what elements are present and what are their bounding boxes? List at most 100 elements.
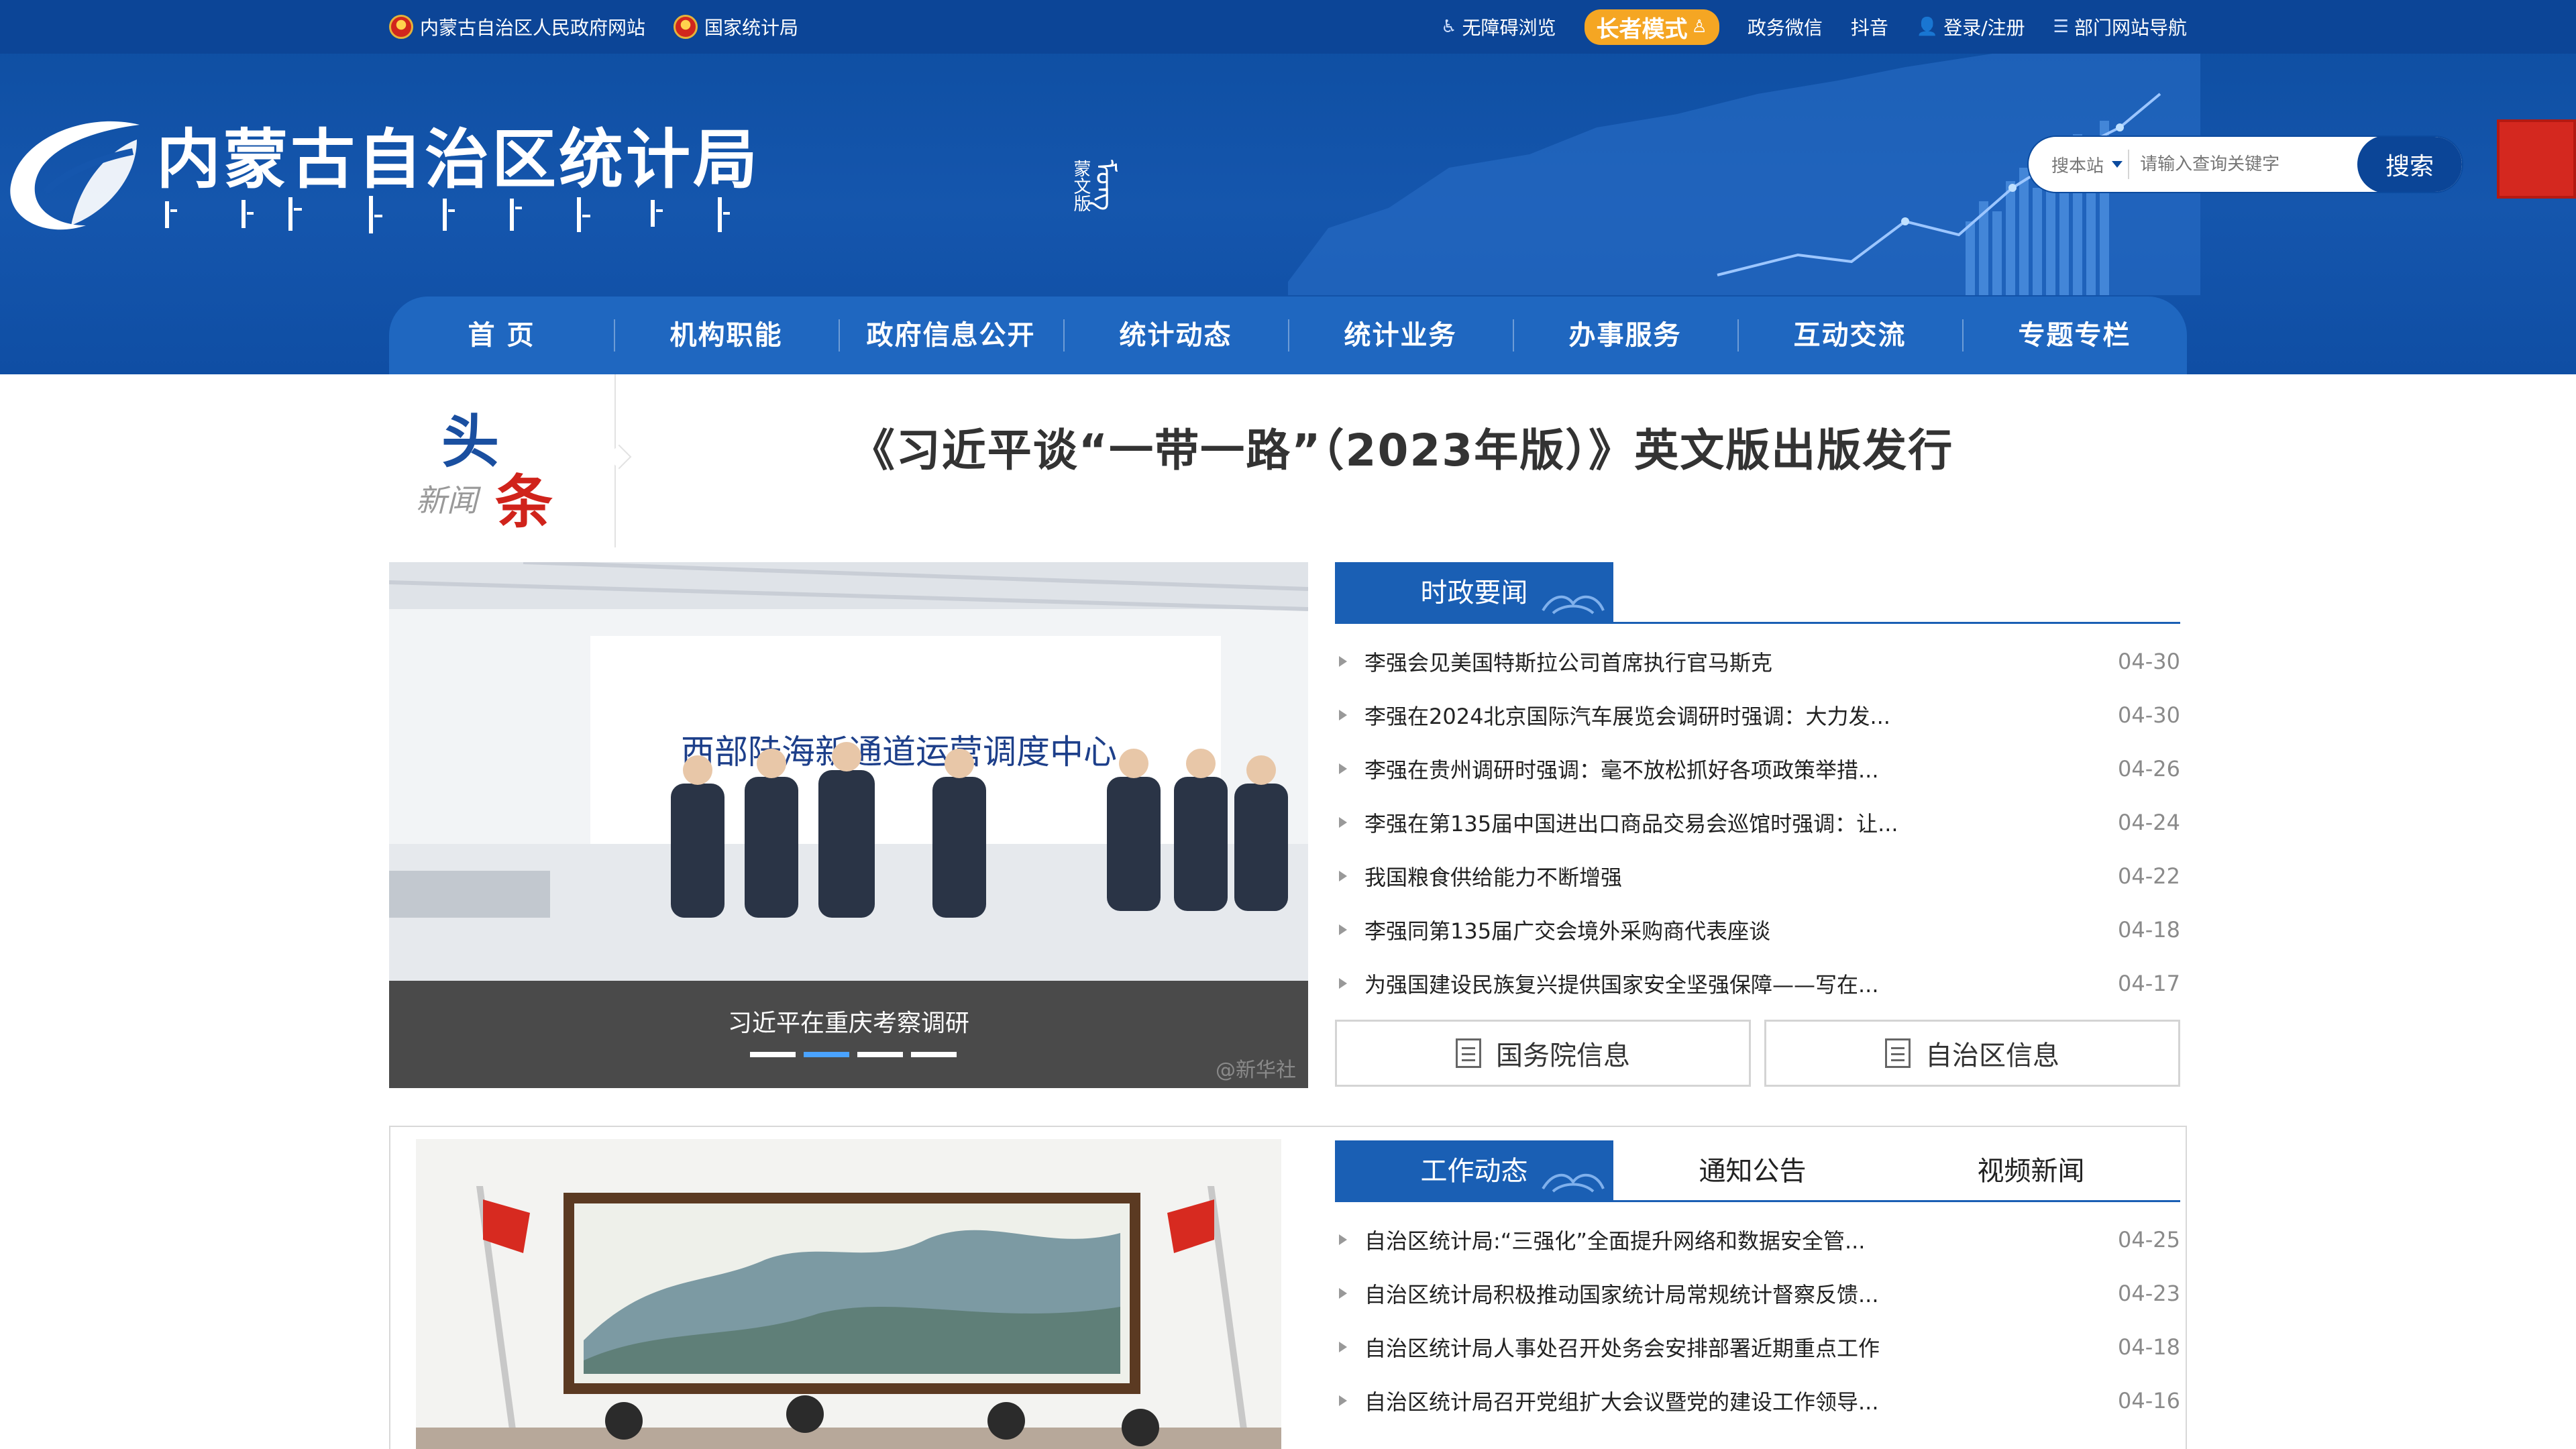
elder-person-icon: ♙ [1691,17,1707,37]
work-news-photo[interactable] [416,1139,1281,1449]
nav-home[interactable]: 首 页 [389,315,614,356]
douyin-link[interactable]: 抖音 [1851,13,1888,40]
mongolian-version-script: ᠮᠣᠩ [1089,160,1120,211]
panel1-tabs: 时政要闻 [1335,562,2180,624]
slider-dot[interactable] [857,1052,903,1057]
list-item[interactable]: 自治区统计局召开党组扩大会议暨党的建设工作领导... 04-16 [1335,1374,2180,1428]
site-header: 内蒙古自治区人民政府网站 国家统计局 ♿ 无障碍浏览 长者模式 ♙ 政务微信 抖… [0,0,2576,374]
login-link[interactable]: 👤 登录/注册 [1917,13,2025,40]
list-icon: ☰ [2053,17,2069,37]
main-nav: 首 页 机构职能 政府信息公开 统计动态 统计业务 办事服务 互动交流 专题专栏 [389,297,2187,374]
bullet-triangle-icon [1339,1288,1347,1299]
news-date: 04-18 [2118,1334,2180,1360]
bullet-triangle-icon [1339,763,1347,774]
bullet-triangle-icon [1339,656,1347,667]
list-item[interactable]: 我国粮食供给能力不断增强 04-22 [1335,849,2180,903]
caret-down-icon [2112,161,2123,168]
tab-current-affairs-label: 时政要闻 [1420,578,1528,608]
tab-current-affairs[interactable]: 时政要闻 [1335,562,1613,624]
news-date: 04-18 [2118,917,2180,943]
news-date: 04-30 [2118,649,2180,674]
slider-dot-active[interactable] [804,1052,849,1057]
news-title: 我国粮食供给能力不断增强 [1364,865,1623,890]
current-affairs-list: 李强会见美国特斯拉公司首席执行官马斯克 04-30 李强在2024北京国际汽车展览… [1335,635,2180,1010]
info-buttons: 国务院信息 自治区信息 [1335,1020,2180,1087]
accessibility-link[interactable]: ♿ 无障碍浏览 [1441,13,1556,40]
news-title: 李强在第135届中国进出口商品交易会巡馆时强调：让... [1364,811,1898,837]
news-title: 李强同第135届广交会境外采购商代表座谈 [1364,918,1771,944]
slider-photo: 西部陆海新通道运营调度中心 [389,562,1308,981]
list-item[interactable]: 自治区统计局人事处召开处务会安排部署近期重点工作 04-18 [1335,1320,2180,1374]
xinhua-watermark: @新华社 [1216,1059,1296,1082]
bullet-triangle-icon [1339,924,1347,935]
dept-nav-link[interactable]: ☰ 部门网站导航 [2053,13,2187,40]
slider-dot[interactable] [911,1052,957,1057]
news-title: 李强在2024北京国际汽车展览会调研时强调：大力发... [1364,704,1890,729]
tab-notices[interactable]: 通知公告 [1613,1140,1892,1202]
site-logo[interactable]: 内蒙古自治区统计局 [5,107,757,248]
bullet-triangle-icon [1339,817,1347,828]
top-bar: 内蒙古自治区人民政府网站 国家统计局 ♿ 无障碍浏览 长者模式 ♙ 政务微信 抖… [0,0,2576,54]
national-emblem-icon [674,15,698,39]
headline-badge-right: 条 [495,468,553,536]
meeting-photo [416,1139,1281,1449]
bullet-triangle-icon [1339,1234,1347,1245]
list-item[interactable]: 为强国建设民族复兴提供国家安全坚强保障——写在... 04-17 [1335,957,2180,1010]
state-council-info-label: 国务院信息 [1496,1040,1630,1071]
news-slider[interactable]: 西部陆海新通道运营调度中心 习近平在重庆考察调研 @新华社 [389,562,1308,1088]
cloud-ornament-icon [1542,1173,1605,1193]
slider-caption[interactable]: 习近平在重庆考察调研 [389,1004,1308,1038]
tab-video-news[interactable]: 视频新闻 [1892,1140,2170,1202]
red-seal-decoration [2497,119,2576,199]
nav-services[interactable]: 办事服务 [1513,315,1737,356]
nbs-link[interactable]: 国家统计局 [674,13,798,40]
nav-interaction[interactable]: 互动交流 [1737,315,1962,356]
nbs-label: 国家统计局 [704,17,799,39]
bullet-triangle-icon [1339,1395,1347,1406]
bullet-triangle-icon [1339,871,1347,881]
gov-site-link[interactable]: 内蒙古自治区人民政府网站 [389,13,645,40]
headline-badge: 头 新闻 条 [416,394,564,536]
tab-work-news-label: 工作动态 [1420,1156,1528,1187]
site-title: 内蒙古自治区统计局 [156,122,760,197]
news-date: 04-17 [2118,971,2180,996]
news-title: 自治区统计局:“三强化”全面提升网络和数据安全管... [1364,1228,1866,1254]
search-button[interactable]: 搜索 [2357,137,2462,192]
nav-stat-news[interactable]: 统计动态 [1063,315,1288,356]
elder-mode-label: 长者模式 [1596,15,1688,43]
list-item[interactable]: 李强在贵州调研时强调：毫不放松抓好各项政策举措... 04-26 [1335,742,2180,796]
list-item[interactable]: 李强在2024北京国际汽车展览会调研时强调：大力发... 04-30 [1335,688,2180,742]
news-title: 自治区统计局人事处召开处务会安排部署近期重点工作 [1364,1336,1880,1361]
nav-special-topics[interactable]: 专题专栏 [1962,315,2187,356]
tab-work-news[interactable]: 工作动态 [1335,1140,1613,1202]
mongolian-version-link[interactable]: 蒙文版 ᠮᠣᠩ [1071,160,1124,229]
elder-mode-button[interactable]: 长者模式 ♙ [1584,9,1719,45]
list-item[interactable]: 自治区统计局:“三强化”全面提升网络和数据安全管... 04-25 [1335,1213,2180,1267]
slider-dot[interactable] [750,1052,796,1057]
news-title: 李强在贵州调研时强调：毫不放松抓好各项政策举措... [1364,757,1879,783]
list-item[interactable]: 李强同第135届广交会境外采购商代表座谈 04-18 [1335,903,2180,957]
wechat-link[interactable]: 政务微信 [1748,13,1823,40]
headline-title[interactable]: 《习近平谈“一带一路”（2023年版）》英文版出版发行 [644,415,2160,479]
list-item[interactable]: 李强在第135届中国进出口商品交易会巡馆时强调：让... 04-24 [1335,796,2180,849]
mongolian-script-title [165,196,730,233]
region-info-button[interactable]: 自治区信息 [1764,1020,2180,1087]
news-title: 自治区统计局积极推动国家统计局常规统计督察反馈... [1364,1282,1879,1307]
work-news-panel: 工作动态 通知公告 视频新闻 自治区统计局:“三强化”全面提升网络和数据安全管.… [1335,1140,2180,1428]
wheelchair-icon: ♿ [1441,17,1457,37]
list-item[interactable]: 自治区统计局积极推动国家统计局常规统计督察反馈... 04-23 [1335,1267,2180,1320]
news-date: 04-30 [2118,702,2180,728]
panel2-tabs: 工作动态 通知公告 视频新闻 [1335,1140,2180,1202]
nav-stat-business[interactable]: 统计业务 [1288,315,1513,356]
current-affairs-panel: 时政要闻 李强会见美国特斯拉公司首席执行官马斯克 04-30 李强在2024北京国… [1335,562,2180,1010]
headline-badge-top: 头 [441,408,499,476]
slider-caption-bar: 习近平在重庆考察调研 @新华社 [389,981,1308,1088]
state-council-info-button[interactable]: 国务院信息 [1335,1020,1751,1087]
scene-sign-text: 西部陆海新通道运营调度中心 [681,733,1117,771]
search-scope-select[interactable]: 搜本站 [2029,150,2130,179]
nav-gov-info[interactable]: 政府信息公开 [839,315,1063,356]
news-date: 04-16 [2118,1388,2180,1413]
nav-institution[interactable]: 机构职能 [614,315,839,356]
search-input[interactable] [2129,137,2358,192]
list-item[interactable]: 李强会见美国特斯拉公司首席执行官马斯克 04-30 [1335,635,2180,688]
